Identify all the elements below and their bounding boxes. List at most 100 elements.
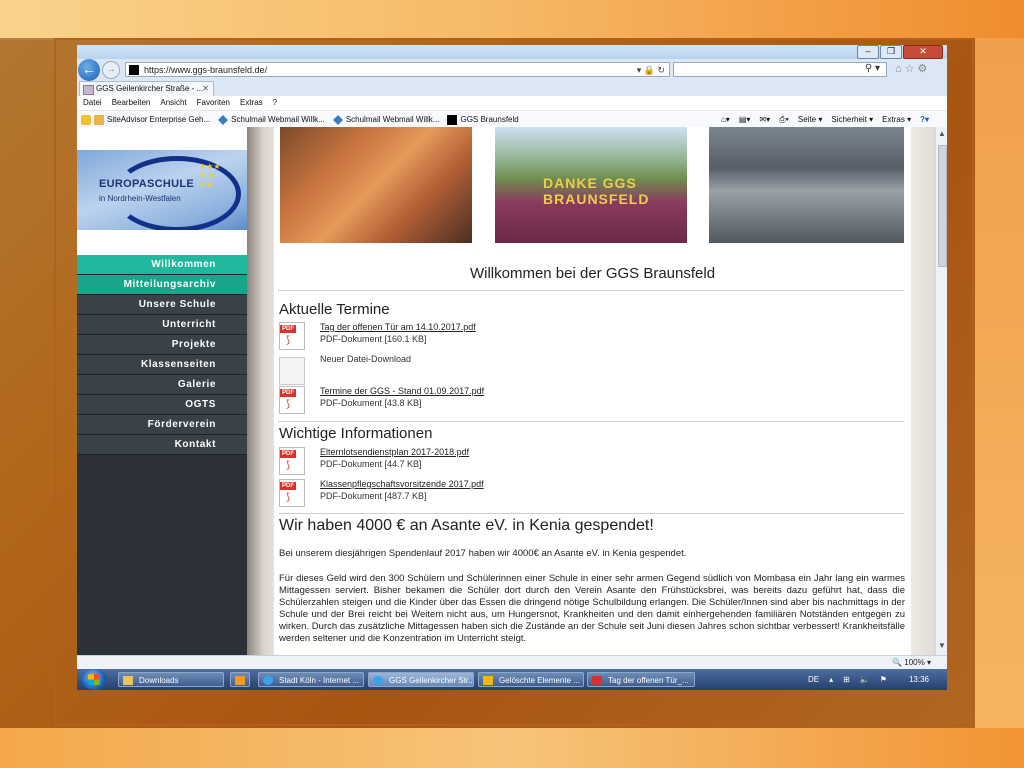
feeds-icon[interactable]: ▤▾ — [739, 111, 751, 128]
search-icon[interactable]: ⚲ ▾ — [865, 63, 880, 74]
page-title: Willkommen bei der GGS Braunsfeld — [469, 265, 716, 282]
download-item[interactable]: PDF ⟆ Elternlotsendienstplan 2017-2018.pd… — [279, 447, 879, 479]
nav-klassenseiten[interactable]: Klassenseiten — [77, 355, 247, 375]
scroll-down-icon[interactable]: ▼ — [936, 641, 947, 653]
tab-ggs[interactable]: GGS Geilenkircher Straße - ... ✕ — [79, 81, 214, 96]
section-termine-heading: Aktuelle Termine — [279, 301, 390, 318]
download-item[interactable]: PDF ⟆ Termine der GGS - Stand 01.09.2017.… — [279, 386, 879, 418]
volume-icon[interactable]: 🔈 — [860, 669, 870, 690]
taskbar-stadt-koeln[interactable]: Stadt Köln - Internet ... — [258, 672, 364, 687]
favorites-star-icon[interactable]: ☆ — [905, 63, 918, 75]
pdf-icon: PDF ⟆ — [279, 479, 305, 507]
back-button[interactable]: ← — [78, 59, 100, 81]
system-tray: DE ▴ ⊞ 🔈 ⚑ 13:36 — [798, 669, 943, 690]
nav-projekte[interactable]: Projekte — [77, 335, 247, 355]
nav-unsere-schule[interactable]: Unsere Schule — [77, 295, 247, 315]
photo-team — [709, 127, 904, 243]
mail-icon[interactable]: ✉▾ — [759, 111, 770, 128]
page-viewport: ★★★ ★ ★ ★★ EUROPASCHULE in Nordrhein-Wes… — [77, 127, 947, 655]
title-bar: – ❐ ✕ — [77, 45, 947, 59]
home-toolbar-icon[interactable]: ⌂▾ — [721, 111, 730, 128]
photo-danke-text: DANKE GGS BRAUNSFELD — [543, 175, 650, 207]
fav-schulmail-2[interactable]: Schulmail Webmail Willk... — [332, 111, 439, 128]
tab-favicon-icon — [83, 85, 94, 95]
nav-willkommen[interactable]: Willkommen — [77, 255, 247, 275]
tab-close-icon[interactable]: ✕ — [202, 82, 209, 96]
taskbar-downloads[interactable]: Downloads — [118, 672, 224, 687]
menu-favoriten[interactable]: Favoriten — [197, 96, 230, 110]
vertical-scrollbar[interactable]: ▲ ▼ — [935, 127, 947, 655]
scroll-up-icon[interactable]: ▲ — [936, 129, 947, 141]
taskbar-pdf[interactable]: Tag der offenen Tür_... — [587, 672, 695, 687]
start-button[interactable] — [81, 669, 107, 690]
file-link[interactable]: Klassenpflegschaftsvorsitzende 2017.pdf — [320, 479, 484, 489]
pdf-icon: PDF ⟆ — [279, 386, 305, 414]
nav-galerie[interactable]: Galerie — [77, 375, 247, 395]
pdf-icon: PDF ⟆ — [279, 447, 305, 475]
file-link[interactable]: Termine der GGS - Stand 01.09.2017.pdf — [320, 386, 484, 396]
menu-sicherheit[interactable]: Sicherheit ▾ — [831, 111, 873, 128]
windows-logo-icon — [88, 674, 100, 685]
fav-ggs[interactable]: GGS Braunsfeld — [447, 111, 519, 128]
search-input[interactable]: ⚲ ▾ — [673, 62, 887, 77]
nav-ogts[interactable]: OGTS — [77, 395, 247, 415]
nav-foerderverein[interactable]: Förderverein — [77, 415, 247, 435]
language-indicator[interactable]: DE — [808, 669, 819, 690]
clock[interactable]: 13:36 — [909, 669, 929, 690]
nav-unterricht[interactable]: Unterricht — [77, 315, 247, 335]
photo-danke: DANKE GGS BRAUNSFELD — [495, 127, 687, 243]
forward-button[interactable]: → — [102, 61, 120, 79]
minimize-button[interactable]: – — [857, 45, 879, 59]
media-player-icon — [235, 676, 245, 685]
file-link[interactable]: Tag der offenen Tür am 14.10.2017.pdf — [320, 322, 476, 332]
site-favicon-icon — [129, 65, 139, 75]
flag-icon[interactable]: ⚑ — [880, 669, 887, 690]
maximize-button[interactable]: ❐ — [880, 45, 902, 59]
fav-schulmail-1[interactable]: Schulmail Webmail Willk... — [218, 111, 325, 128]
zoom-control[interactable]: 🔍 100% ▾ — [892, 656, 931, 670]
home-icon[interactable]: ⌂ — [895, 63, 905, 75]
scroll-thumb[interactable] — [938, 145, 947, 267]
nav-mitteilungsarchiv[interactable]: Mitteilungsarchiv — [77, 275, 247, 295]
fav-siteadvisor[interactable]: SiteAdvisor Enterprise Geh... — [94, 111, 210, 128]
site-sidebar: ★★★ ★ ★ ★★ EUROPASCHULE in Nordrhein-Wes… — [77, 127, 247, 655]
taskbar-outlook[interactable]: Gelöschte Elemente ... — [478, 672, 584, 687]
europaschule-logo[interactable]: ★★★ ★ ★ ★★ EUROPASCHULE in Nordrhein-Wes… — [77, 150, 247, 230]
file-meta: PDF-Dokument [43.8 KB] — [320, 398, 422, 408]
menu-extras[interactable]: Extras — [240, 96, 263, 110]
menu-datei[interactable]: Datei — [83, 96, 102, 110]
folder-icon — [123, 676, 133, 685]
pdf-reader-icon — [592, 676, 602, 685]
tab-label: GGS Geilenkircher Straße - ... — [96, 84, 204, 93]
lock-refresh-icon[interactable]: ▾ 🔒 ↻ — [637, 63, 665, 78]
file-meta: PDF-Dokument [487.7 KB] — [320, 491, 427, 501]
browser-window: – ❐ ✕ ← → https://www.ggs-braunsfeld.de/… — [77, 45, 947, 690]
address-bar[interactable]: https://www.ggs-braunsfeld.de/ ▾ 🔒 ↻ — [125, 62, 670, 77]
tray-arrow-icon[interactable]: ▴ — [829, 669, 833, 690]
main-content: DANKE GGS BRAUNSFELD Willkommen bei der … — [274, 127, 911, 655]
menu-seite[interactable]: Seite ▾ — [798, 111, 822, 128]
ggs-favicon-icon — [447, 114, 458, 125]
network-icon[interactable]: ⊞ — [843, 669, 850, 690]
nav-kontakt[interactable]: Kontakt — [77, 435, 247, 455]
taskbar-media[interactable] — [230, 672, 250, 687]
menu-bearbeiten[interactable]: Bearbeiten — [112, 96, 151, 110]
news-heading: Wir haben 4000 € an Asante eV. in Kenia … — [279, 517, 654, 534]
photo-children — [280, 127, 472, 243]
menu-extras-tools[interactable]: Extras ▾ — [882, 111, 911, 128]
print-icon[interactable]: ⎙▾ — [779, 111, 789, 128]
close-button[interactable]: ✕ — [903, 45, 943, 59]
news-paragraph: Für dieses Geld wird den 300 Schülern un… — [279, 573, 905, 644]
download-item[interactable]: PDF ⟆ Klassenpflegschaftsvorsitzende 2017… — [279, 479, 879, 511]
settings-gear-icon[interactable]: ⚙ — [918, 63, 931, 75]
download-item[interactable]: PDF ⟆ Tag der offenen Tür am 14.10.2017.p… — [279, 322, 879, 354]
menu-ansicht[interactable]: Ansicht — [160, 96, 186, 110]
favorites-star-icon[interactable] — [81, 114, 91, 125]
file-link[interactable]: Elternlotsendienstplan 2017-2018.pdf — [320, 447, 469, 457]
status-bar: 🔍 100% ▾ — [77, 655, 947, 670]
menu-help[interactable]: ? — [273, 96, 277, 110]
taskbar-ggs-active[interactable]: GGS Geilenkircher Str... — [368, 672, 474, 687]
download-item[interactable]: Neuer Datei-Download — [279, 354, 879, 386]
ie-icon — [263, 676, 273, 685]
help-icon[interactable]: ?▾ — [920, 111, 929, 128]
